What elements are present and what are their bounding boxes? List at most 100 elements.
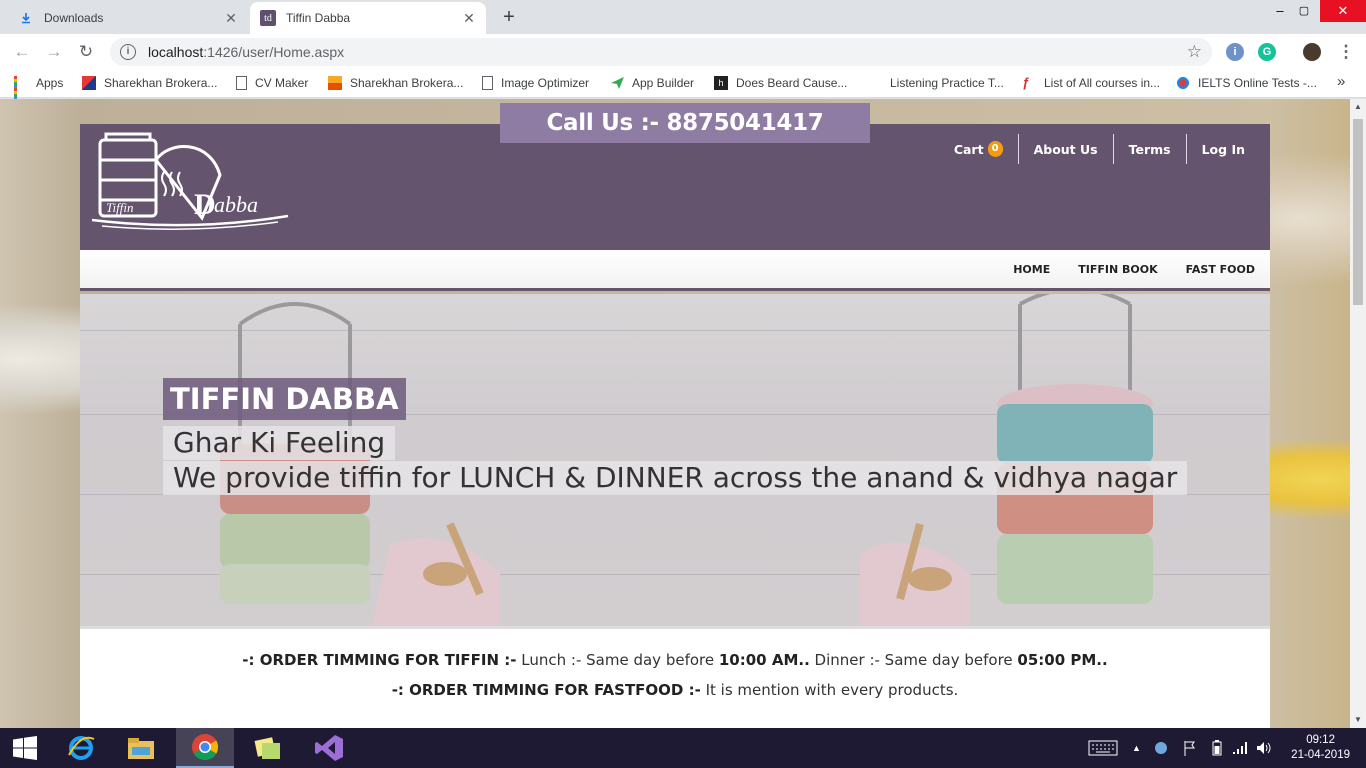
lunch-text: Lunch :- Same day before: [516, 651, 719, 669]
bookmark-ielts[interactable]: IELTS Online Tests -...: [1176, 76, 1317, 90]
battery-icon[interactable]: [1212, 728, 1222, 768]
page-scrollbar[interactable]: ▲ ▼: [1350, 99, 1366, 728]
nav-home[interactable]: HOME: [1013, 263, 1050, 276]
tab-strip: Downloads ✕ td Tiffin Dabba ✕ + – ▢ ✕: [0, 0, 1366, 34]
grammarly-icon[interactable]: G: [1258, 43, 1276, 61]
tiffin-timing-row: -: ORDER TIMMING FOR TIFFIN :- Lunch :- …: [80, 645, 1270, 675]
apps-grid-icon: [14, 76, 28, 103]
menu-icon[interactable]: ⋮: [1336, 42, 1356, 62]
bookmark-app-builder[interactable]: App Builder: [610, 76, 694, 90]
site-icon: h: [714, 76, 728, 90]
tab-downloads[interactable]: Downloads ✕: [8, 2, 248, 34]
scrollbar-thumb[interactable]: [1353, 119, 1363, 305]
chrome-taskbar-icon[interactable]: [176, 728, 234, 768]
logo-d-letter: D: [194, 188, 216, 221]
profile-avatar[interactable]: [1303, 43, 1321, 61]
order-timing-section: -: ORDER TIMMING FOR TIFFIN :- Lunch :- …: [80, 626, 1270, 728]
clock-time: 09:12: [1306, 734, 1335, 746]
info-icon[interactable]: i: [120, 44, 136, 60]
url-host: localhost: [148, 44, 204, 60]
about-us-link[interactable]: About Us: [1017, 134, 1113, 164]
hero-title: TIFFIN DABBA: [163, 378, 406, 420]
tab-title: Tiffin Dabba: [286, 11, 351, 25]
bookmarks-bar: Apps Sharekhan Brokera... CV Maker Share…: [0, 70, 1366, 103]
cart-link[interactable]: Cart 0: [939, 134, 1018, 164]
new-tab-button[interactable]: +: [498, 6, 520, 28]
bookmark-label: IELTS Online Tests -...: [1198, 76, 1317, 90]
start-button[interactable]: [0, 728, 50, 768]
action-center-flag-icon[interactable]: [1183, 728, 1197, 768]
tiffin-carrier-right-image: [860, 294, 1153, 626]
bookmark-beard[interactable]: h Does Beard Cause...: [714, 76, 847, 90]
fastfood-timing-text: It is mention with every products.: [700, 681, 959, 699]
bookmark-cv-maker[interactable]: CV Maker: [236, 76, 308, 90]
hero-description: We provide tiffin for LUNCH & DINNER acr…: [163, 461, 1188, 495]
tab-close-icon[interactable]: ✕: [462, 10, 476, 27]
page-icon: [236, 76, 247, 90]
hero-banner: TIFFIN DABBA Ghar Ki Feeling We provide …: [80, 294, 1270, 626]
cart-label: Cart: [953, 141, 984, 157]
tiffin-dabba-favicon-icon: td: [260, 10, 276, 26]
address-bar[interactable]: i localhost:1426/user/Home.aspx ☆: [110, 38, 1212, 66]
show-hidden-icons-icon[interactable]: ▲: [1132, 728, 1141, 768]
bookmark-label: Sharekhan Brokera...: [104, 76, 218, 90]
forward-icon[interactable]: →: [44, 42, 64, 62]
bookmark-listening[interactable]: Listening Practice T...: [890, 76, 1004, 90]
logo-dabba-text: abba: [214, 192, 258, 217]
tiffin-carrier-left-image: [220, 302, 500, 626]
hero-tagline: Ghar Ki Feeling: [163, 426, 396, 460]
course-icon: ƒ: [1022, 75, 1030, 90]
bookmark-label: Image Optimizer: [501, 76, 590, 90]
bookmark-courses[interactable]: ƒ List of All courses in...: [1022, 75, 1160, 91]
bookmarks-overflow-button[interactable]: »: [1337, 73, 1345, 90]
page-viewport: Call Us :- 8875041417 Tiffin D abba Cart…: [0, 99, 1350, 728]
tab-tiffin-dabba[interactable]: td Tiffin Dabba ✕: [250, 2, 486, 34]
signal-icon[interactable]: [1232, 728, 1248, 768]
page-icon: [482, 76, 493, 90]
dinner-time: 05:00 PM..: [1017, 651, 1108, 669]
system-clock[interactable]: 09:12 21-04-2019: [1291, 733, 1350, 763]
bookmark-apps[interactable]: Apps: [14, 76, 63, 103]
maximize-button[interactable]: ▢: [1284, 0, 1324, 22]
network-sync-icon[interactable]: [1153, 728, 1169, 768]
bookmark-star-icon[interactable]: ☆: [1187, 42, 1202, 62]
ielts-icon: [1176, 76, 1190, 90]
bookmark-sharekhan-1[interactable]: Sharekhan Brokera...: [82, 76, 217, 90]
nav-fast-food[interactable]: FAST FOOD: [1186, 263, 1255, 276]
volume-icon[interactable]: [1256, 728, 1272, 768]
bookmark-label: Does Beard Cause...: [736, 76, 848, 90]
main-nav: HOME TIFFIN BOOK FAST FOOD: [80, 250, 1270, 291]
scroll-down-icon[interactable]: ▼: [1350, 712, 1366, 728]
tiffin-dabba-logo[interactable]: Tiffin D abba: [90, 130, 292, 234]
nav-tiffin-book[interactable]: TIFFIN BOOK: [1078, 263, 1157, 276]
tab-close-icon[interactable]: ✕: [224, 10, 238, 27]
bookmark-image-optimizer[interactable]: Image Optimizer: [482, 76, 589, 90]
call-us-banner: Call Us :- 8875041417: [500, 103, 870, 143]
scroll-up-icon[interactable]: ▲: [1350, 99, 1366, 115]
sharekhan-icon: [82, 76, 96, 90]
fastfood-timing-label: -: ORDER TIMMING FOR FASTFOOD :-: [391, 681, 701, 699]
tiffin-timing-label: -: ORDER TIMMING FOR TIFFIN :-: [242, 651, 517, 669]
keyboard-icon[interactable]: [1088, 728, 1118, 768]
cart-count-badge: 0: [987, 141, 1003, 157]
bookmark-label: CV Maker: [255, 76, 309, 90]
lunch-time: 10:00 AM..: [718, 651, 810, 669]
extension-icon[interactable]: i: [1226, 43, 1244, 61]
reload-icon[interactable]: ↻: [76, 42, 96, 62]
download-icon: [18, 10, 34, 26]
terms-link[interactable]: Terms: [1112, 134, 1186, 164]
bookmark-label: App Builder: [632, 76, 695, 90]
bookmark-sharekhan-2[interactable]: Sharekhan Brokera...: [328, 76, 463, 90]
sharekhan-icon: [328, 76, 342, 90]
logo-tiffin-text: Tiffin: [106, 200, 133, 215]
file-explorer-icon[interactable]: [112, 728, 170, 768]
sticky-notes-icon[interactable]: [238, 728, 296, 768]
visual-studio-icon[interactable]: [300, 728, 358, 768]
top-nav: Cart 0 About Us Terms Log In: [939, 134, 1260, 164]
back-icon[interactable]: ←: [12, 42, 32, 62]
log-in-link[interactable]: Log In: [1185, 134, 1260, 164]
close-window-button[interactable]: ✕: [1320, 0, 1366, 22]
internet-explorer-icon[interactable]: [52, 728, 110, 768]
browser-toolbar: ← → ↻ i localhost:1426/user/Home.aspx ☆ …: [0, 34, 1366, 70]
tab-title: Downloads: [44, 11, 104, 25]
